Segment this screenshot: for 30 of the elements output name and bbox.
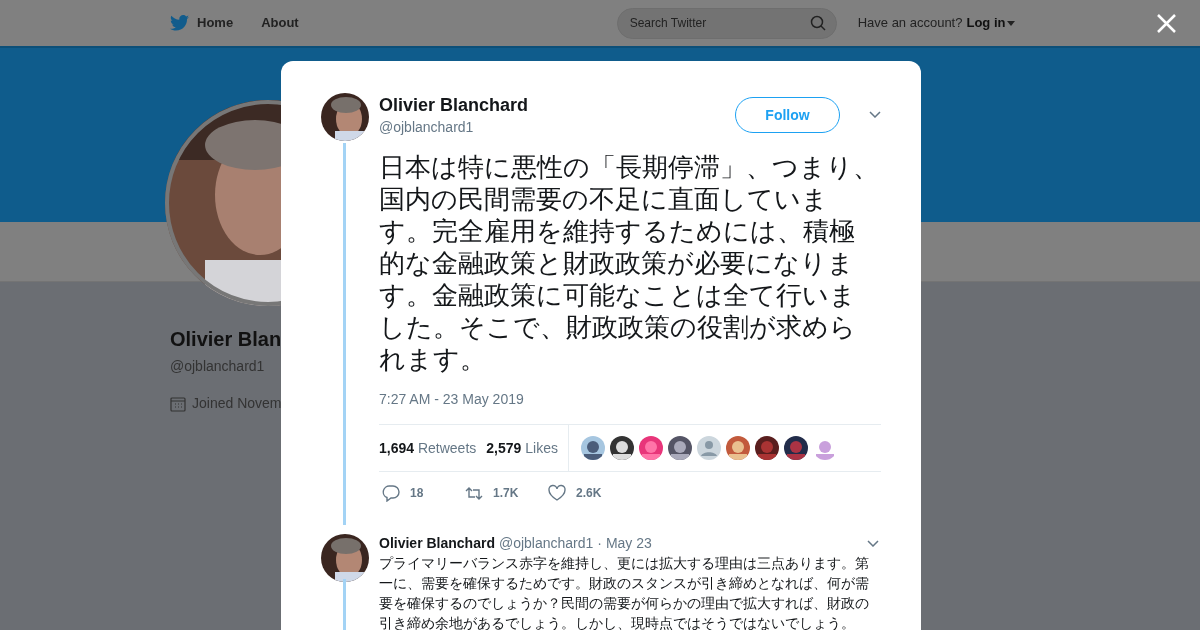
- reply-button[interactable]: 18: [382, 484, 440, 502]
- tweet-date: · May 23: [597, 534, 652, 552]
- chevron-icon[interactable]: [869, 111, 881, 118]
- login-link[interactable]: Log in: [966, 13, 1016, 33]
- profile-name: Olivier Blan: [170, 327, 282, 352]
- calendar-icon: [170, 395, 186, 412]
- author-handle: @ojblanchard1: [498, 534, 594, 552]
- search-field[interactable]: Search Twitter: [616, 7, 837, 39]
- retweet-count[interactable]: 1,694 Retweets: [379, 437, 477, 459]
- account-prompt: Have an account?: [857, 14, 963, 33]
- like-count[interactable]: 2,579 Likes: [486, 437, 558, 459]
- reply-text: プライマリーバランス赤字を維持し、更には拡大する理由は三点あります。第一に、需要を確保するためです。財政のスタンスが引き締めとなれば、何が需要を確保するのでしょうか？民間の需要が何らかの理由で拡大すれば、財政の引き締め余地があるでしょう。しかし、現時点ではそうではないでしょう。: [379, 554, 870, 630]
- author-handle: @ojblanchard1: [379, 118, 475, 137]
- author-name: Olivier Blanchard: [379, 534, 495, 552]
- search-icon: [809, 14, 826, 31]
- joined-date: Joined Novem: [192, 394, 282, 413]
- tweet-timestamp: 7:27 AM - 23 May 2019: [379, 390, 525, 409]
- chevron-icon[interactable]: [867, 539, 879, 547]
- reply-icon: [382, 484, 400, 502]
- caret-icon: [1007, 20, 1016, 26]
- retweet-button[interactable]: 1.7K: [465, 484, 523, 502]
- like-icon: [548, 484, 566, 502]
- profile-handle: @ojblanchard1: [170, 357, 265, 376]
- bird-icon: [170, 15, 189, 31]
- like-button[interactable]: 2.6K: [548, 484, 606, 502]
- tweet-text: 日本は特に悪性の「長期停滞」、つまり、国内の民間需要の不足に直面しています。完全雇用を維持するためには、積極的な金融政策と財政政策が必要になります。金融政策に可能なことは全て行いました。そこで、財政政策の役割が求められます。: [379, 151, 879, 375]
- close-icon[interactable]: [1157, 14, 1176, 33]
- nav-link[interactable]: Home: [170, 13, 234, 33]
- nav-link[interactable]: About: [261, 13, 299, 33]
- author-name: Olivier Blanchard: [379, 94, 529, 116]
